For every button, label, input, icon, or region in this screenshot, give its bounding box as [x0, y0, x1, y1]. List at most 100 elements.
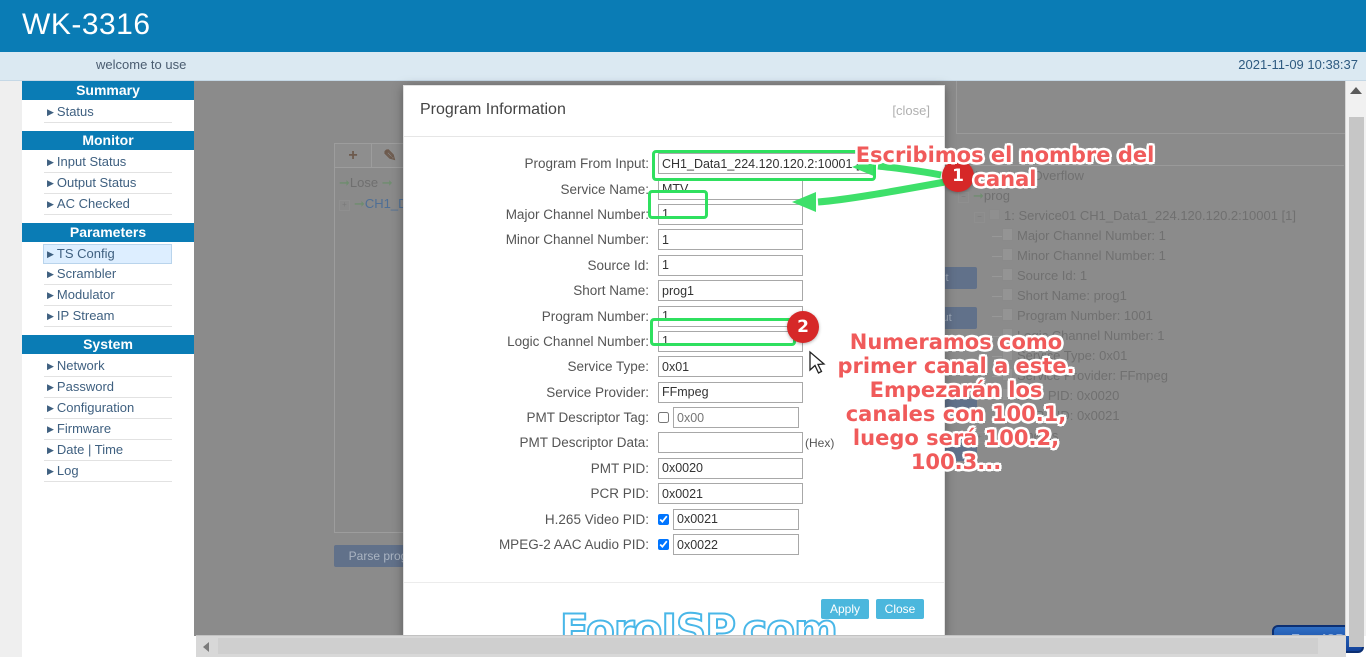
dialog-title: Program Information: [420, 101, 566, 118]
service-type-field[interactable]: [658, 356, 803, 378]
sidebar-item-input-status[interactable]: ▶ Input Status: [44, 152, 172, 173]
bg-tree-node-label: CH1_D: [364, 196, 408, 211]
bg-legend-label: Lose: [349, 175, 379, 190]
sidebar-item-output-status[interactable]: ▶ Output Status: [44, 173, 172, 194]
sidebar-item-configuration[interactable]: ▶ Configuration: [44, 398, 172, 419]
caret-icon: ▶: [47, 466, 54, 476]
close-button[interactable]: Close: [876, 599, 924, 619]
collapse-icon[interactable]: −: [974, 212, 985, 223]
sidebar-item-label: Network: [56, 358, 105, 373]
caret-icon: ▶: [47, 178, 54, 188]
h265-video-pid-checkbox[interactable]: [658, 513, 669, 525]
horizontal-scrollbar-thumb[interactable]: [218, 638, 1318, 654]
pmt-pid-field[interactable]: [658, 457, 803, 479]
sidebar-item-modulator[interactable]: ▶ Modulator: [44, 285, 172, 306]
sidebar-item-label: Status: [56, 104, 94, 119]
document-icon: [1002, 248, 1013, 261]
sidebar-item-network[interactable]: ▶ Network: [44, 356, 172, 377]
sidebar-item-ts-config[interactable]: ▶ TS Config: [43, 244, 172, 264]
annotation-text-1: Escribimos el nombre del canal: [855, 143, 1155, 191]
short-name-field[interactable]: [658, 280, 803, 302]
tree-line-icon: —: [992, 228, 1005, 243]
sidebar-item-date-time[interactable]: ▶ Date | Time: [44, 440, 172, 461]
close-link[interactable]: [close]: [892, 103, 930, 118]
sidebar-item-status[interactable]: ▶ Status: [44, 102, 172, 123]
checkbox-icon[interactable]: [989, 209, 1000, 220]
sidebar-item-label: Password: [56, 379, 114, 394]
expand-icon[interactable]: +: [339, 200, 350, 211]
field-control: [658, 254, 803, 276]
tree-line-icon: —: [992, 308, 1005, 323]
collapse-icon[interactable]: −: [958, 192, 969, 203]
caret-icon: ▶: [47, 107, 54, 117]
mpeg2-aac-audio-pid-field[interactable]: [673, 534, 799, 556]
field-control: [658, 178, 803, 200]
sidebar-item-ip-stream[interactable]: ▶ IP Stream: [44, 306, 172, 327]
field-label: Logic Channel Number:: [507, 333, 649, 349]
caret-icon: ▶: [47, 445, 54, 455]
bg-output-item-label: Major Channel Number: 1: [1017, 228, 1166, 243]
source-id-field[interactable]: [658, 254, 803, 276]
h265-video-pid-field[interactable]: [673, 508, 799, 530]
annotation-badge-2: 2: [787, 311, 819, 343]
pmt-descriptor-tag-field[interactable]: [673, 407, 799, 429]
document-icon: [1002, 308, 1013, 321]
field-label: PCR PID:: [590, 486, 649, 502]
vertical-scrollbar[interactable]: [1345, 81, 1366, 647]
field-row-major-channel-number: Major Channel Number:: [404, 202, 944, 227]
program-from-input-field[interactable]: [658, 153, 875, 175]
field-label: Service Provider:: [546, 384, 649, 400]
sidebar-item-label: IP Stream: [56, 308, 115, 323]
sidebar-item-scrambler[interactable]: ▶ Scrambler: [44, 264, 172, 285]
pmt-descriptor-tag-checkbox[interactable]: [658, 412, 669, 424]
field-label: Major Channel Number:: [505, 206, 649, 222]
field-control: [658, 381, 803, 403]
field-control: [658, 508, 799, 530]
program-number-field[interactable]: [658, 305, 803, 327]
arrow-icon: ➞: [339, 175, 350, 190]
logic-channel-number-field[interactable]: [658, 330, 803, 352]
sidebar-item-label: Scrambler: [56, 266, 117, 281]
pmt-descriptor-data-field[interactable]: [658, 432, 803, 454]
field-label: Short Name:: [573, 283, 649, 299]
major-channel-number-field[interactable]: [658, 203, 803, 225]
app-title: WK-3316: [22, 8, 151, 41]
document-icon: [1002, 268, 1013, 281]
sidebar-item-ac-checked[interactable]: ▶ AC Checked: [44, 194, 172, 215]
horizontal-scrollbar[interactable]: [196, 635, 1346, 657]
sidebar-group-monitor: Monitor: [22, 131, 194, 150]
sidebar-item-label: Modulator: [56, 287, 115, 302]
sidebar: Summary ▶ Status Monitor ▶ Input Status ▶ O…: [22, 81, 194, 561]
caret-icon: ▶: [47, 157, 54, 167]
vertical-scrollbar-thumb[interactable]: [1349, 117, 1364, 647]
bg-output-item: — Source Id: 1: [956, 266, 1344, 286]
minor-channel-number-field[interactable]: [658, 229, 803, 251]
sidebar-item-label: Output Status: [56, 175, 137, 190]
bg-output-program-label: 1: Service01 CH1_Data1_224.120.120.2:100…: [1004, 208, 1296, 223]
field-label: PMT PID:: [590, 460, 649, 476]
left-margin-strip: [0, 81, 22, 657]
field-label: PMT Descriptor Data:: [519, 435, 649, 451]
field-row-mpeg2-aac-audio-pid: MPEG-2 AAC Audio PID:: [404, 532, 944, 557]
scroll-left-arrow-icon[interactable]: [203, 642, 209, 652]
arrow-icon: ➞: [354, 196, 365, 211]
sidebar-item-firmware[interactable]: ▶ Firmware: [44, 419, 172, 440]
sidebar-item-log[interactable]: ▶ Log: [44, 461, 172, 482]
scroll-up-arrow-icon[interactable]: [1350, 87, 1362, 94]
add-icon[interactable]: +: [335, 144, 372, 168]
bg-output-item-label: Source Id: 1: [1017, 268, 1088, 283]
service-name-field[interactable]: [658, 178, 803, 200]
sidebar-item-password[interactable]: ▶ Password: [44, 377, 172, 398]
field-control: (Hex): [658, 432, 834, 454]
field-row-program-number: Program Number:: [404, 303, 944, 328]
sidebar-item-label: Log: [56, 463, 79, 478]
mpeg2-aac-audio-pid-checkbox[interactable]: [658, 539, 669, 551]
sidebar-group-system: System: [22, 335, 194, 354]
pcr-pid-field[interactable]: [658, 483, 803, 505]
datetime-text: 2021-11-09 10:38:37: [1238, 57, 1358, 72]
field-label: Minor Channel Number:: [505, 232, 649, 248]
bg-output-item-label: Short Name: prog1: [1017, 288, 1127, 303]
bg-output-program[interactable]: − 1: Service01 CH1_Data1_224.120.120.2:10…: [956, 206, 1344, 226]
field-label: Service Name:: [560, 181, 649, 197]
service-provider-field[interactable]: [658, 381, 803, 403]
